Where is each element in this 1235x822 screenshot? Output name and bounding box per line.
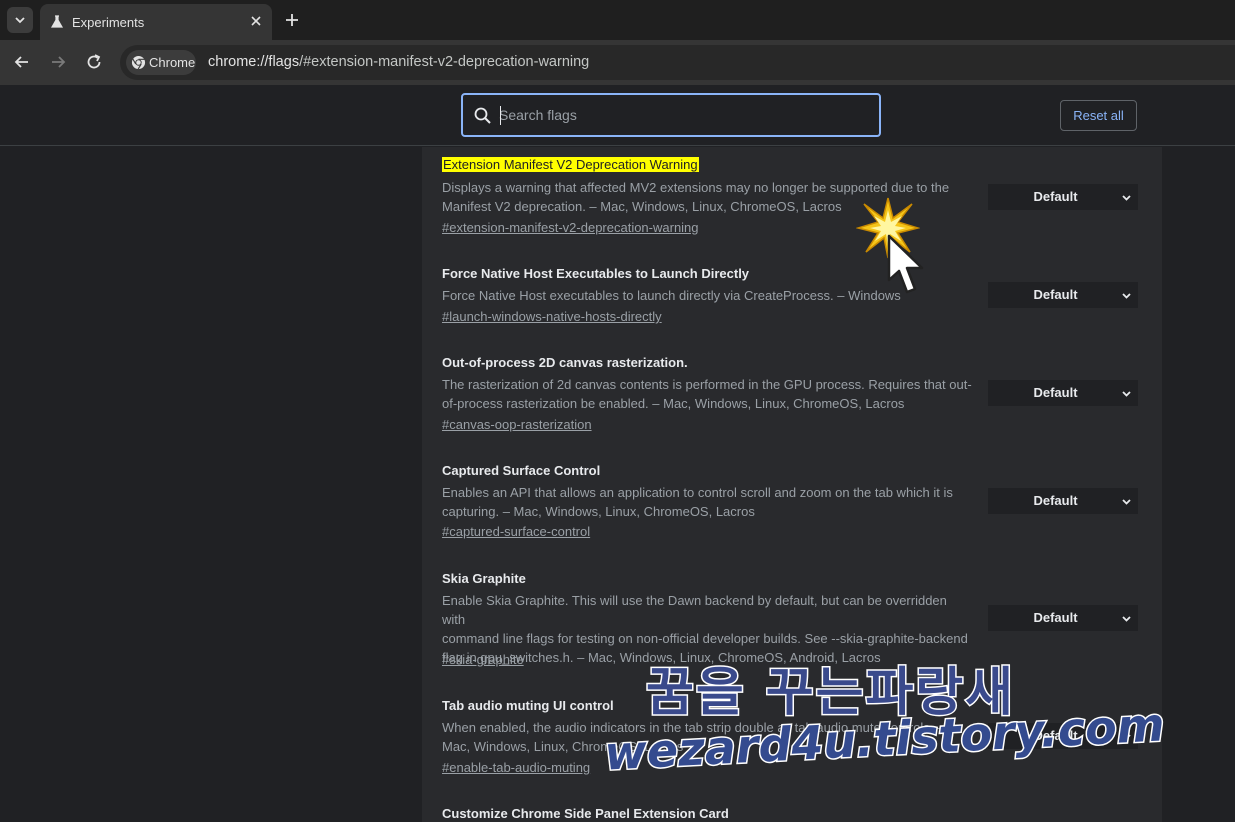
flag-state-select[interactable]: Default — [988, 380, 1138, 406]
flag-description: The rasterization of 2d canvas contents … — [442, 375, 972, 413]
toolbar: Chrome chrome://flags/#extension-manifes… — [0, 40, 1235, 85]
flag-title: Captured Surface Control — [442, 463, 601, 478]
flag-description-line: Enables an API that allows an applicatio… — [442, 485, 953, 500]
chip-label: Chrome — [149, 55, 196, 70]
flag-description-line: command line flags for testing on non-of… — [442, 631, 968, 646]
chevron-down-icon — [1122, 499, 1131, 505]
url-text[interactable]: chrome://flags/#extension-manifest-v2-de… — [208, 54, 589, 70]
chevron-down-icon — [1122, 391, 1131, 397]
flags-header: Reset all — [0, 85, 1235, 146]
flag-title: Customize Chrome Side Panel Extension Ca… — [442, 806, 729, 821]
reset-all-button[interactable]: Reset all — [1060, 100, 1137, 131]
flag-description-line: Enable Skia Graphite. This will use the … — [442, 593, 947, 627]
flag-state-select[interactable]: Default — [988, 605, 1138, 631]
flag-title: Extension Manifest V2 Deprecation Warnin… — [442, 157, 699, 172]
flag-anchor-link[interactable]: #canvas-oop-rasterization — [442, 417, 592, 432]
tab-experiments[interactable]: Experiments — [40, 4, 272, 40]
url-host: chrome://flags — [208, 54, 300, 70]
address-bar[interactable]: Chrome chrome://flags/#extension-manifes… — [120, 45, 1235, 80]
chevron-down-icon — [1122, 195, 1131, 201]
flag-state-select[interactable]: Default — [988, 184, 1138, 210]
text-caret — [500, 106, 501, 125]
chevron-down-icon — [1122, 293, 1131, 299]
flag-state-select[interactable]: Default — [988, 488, 1138, 514]
flag-anchor-link[interactable]: #enable-tab-audio-muting — [442, 760, 590, 775]
flag-title: Tab audio muting UI control — [442, 698, 614, 713]
flag-description: Enables an API that allows an applicatio… — [442, 483, 972, 521]
browser-window: Experiments Chrome chrome://flags/#exten… — [0, 0, 1235, 822]
flask-icon — [50, 15, 64, 28]
flag-description-line: capturing. – Mac, Windows, Linux, Chrome… — [442, 504, 755, 519]
mouse-cursor-icon — [887, 234, 924, 294]
select-value: Default — [1033, 610, 1078, 625]
flag-state-select[interactable]: Default — [988, 282, 1138, 308]
select-value: Default — [1033, 385, 1078, 400]
tab-search-button[interactable] — [7, 7, 33, 33]
close-icon[interactable] — [248, 13, 264, 29]
chrome-logo-icon — [131, 55, 146, 70]
plus-icon[interactable] — [282, 10, 302, 30]
reload-icon[interactable] — [84, 52, 104, 72]
select-value: Default — [1033, 287, 1078, 302]
chevron-down-icon — [1122, 616, 1131, 622]
site-info-chip[interactable]: Chrome — [126, 50, 196, 75]
flag-description-line: The rasterization of 2d canvas contents … — [442, 377, 972, 392]
search-input[interactable] — [499, 100, 869, 130]
tab-title: Experiments — [72, 15, 145, 30]
select-value: Default — [1033, 493, 1078, 508]
flag-anchor-link[interactable]: #launch-windows-native-hosts-directly — [442, 309, 662, 324]
forward-arrow-icon[interactable] — [48, 52, 68, 72]
flag-title: Force Native Host Executables to Launch … — [442, 266, 750, 281]
select-value: Default — [1033, 189, 1078, 204]
flag-description-line: Displays a warning that affected MV2 ext… — [442, 180, 950, 195]
flag-anchor-link[interactable]: #extension-manifest-v2-deprecation-warni… — [442, 220, 699, 235]
search-icon — [474, 107, 491, 124]
flag-anchor-link[interactable]: #skia-graphite — [442, 652, 524, 667]
flag-anchor-link[interactable]: #captured-surface-control — [442, 524, 590, 539]
tab-strip: Experiments — [0, 0, 1235, 40]
flag-title: Skia Graphite — [442, 571, 526, 586]
back-arrow-icon[interactable] — [12, 52, 32, 72]
url-path: /#extension-manifest-v2-deprecation-warn… — [299, 54, 590, 70]
flag-title: Out-of-process 2D canvas rasterization. — [442, 355, 688, 370]
search-box[interactable] — [461, 93, 881, 137]
tab-search-icon — [15, 17, 25, 24]
flag-description-line: of-process rasterization be enabled. – M… — [442, 396, 905, 411]
